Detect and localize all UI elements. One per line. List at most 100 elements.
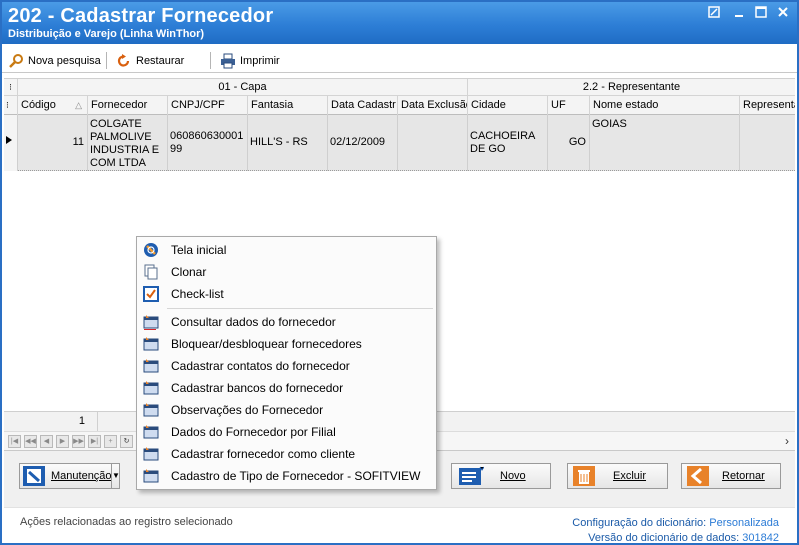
menu-item-label: Check-list [171, 287, 224, 301]
main-window: 202 - Cadastrar Fornecedor Distribuição … [0, 0, 799, 545]
cell-nome-estado: GOIAS [590, 115, 740, 171]
cell-representante [740, 115, 795, 171]
clone-icon [144, 264, 158, 280]
title-bar: 202 - Cadastrar Fornecedor Distribuição … [2, 2, 797, 44]
trash-icon [573, 466, 595, 486]
menu-item-label: Observações do Fornecedor [171, 403, 324, 417]
last-page-icon[interactable]: ▶| [88, 435, 101, 448]
window-icon [143, 381, 159, 395]
maintenance-icon [23, 466, 45, 486]
checklist-icon [143, 286, 159, 302]
menu-item-label: Bloquear/desbloquear fornecedores [171, 337, 362, 351]
menu-item-bloquear[interactable]: Bloquear/desbloquear fornecedores [137, 333, 436, 355]
menu-item-tela-inicial[interactable]: Tela inicial [137, 239, 436, 261]
window-title: 202 - Cadastrar Fornecedor [8, 5, 274, 27]
manutencao-button[interactable]: Manutenção ▼ [19, 463, 120, 489]
menu-item-label: Cadastro de Tipo de Fornecedor - SOFITVI… [171, 469, 421, 483]
menu-item-label: Tela inicial [171, 243, 227, 257]
menu-item-label: Cadastrar contatos do fornecedor [171, 359, 350, 373]
menu-item-check-list[interactable]: Check-list [137, 283, 436, 305]
column-header-nome-estado[interactable]: Nome estado [590, 96, 740, 115]
cell-data-cadastro: 02/12/2009 [328, 115, 398, 171]
menu-item-label: Clonar [171, 265, 207, 279]
nova-pesquisa-button[interactable]: Nova pesquisa [8, 51, 101, 71]
cell-fantasia: HILL'S - RS [248, 115, 328, 171]
window-icon [143, 337, 159, 351]
grid-header-row: ⁝ Código △ Fornecedor CNPJ/CPF Fantasia D… [4, 96, 795, 115]
menu-item-observacoes[interactable]: Observações do Fornecedor [137, 399, 436, 421]
grid-row-options-icon[interactable]: ⁝ [4, 96, 18, 115]
version-value: 301842 [742, 532, 779, 544]
first-page-icon[interactable]: |◀ [8, 435, 21, 448]
config-value[interactable]: Personalizada [709, 517, 779, 529]
dictionary-info: Configuração do dicionário: Personalizad… [572, 516, 779, 545]
manutencao-label: Manutenção [51, 470, 112, 482]
menu-item-fornecedor-como-cliente[interactable]: Cadastrar fornecedor como cliente [137, 443, 436, 465]
restaurar-label: Restaurar [136, 55, 185, 67]
column-header-cidade[interactable]: Cidade [468, 96, 548, 115]
grid-options-icon[interactable]: ⁝ [4, 79, 18, 96]
nova-pesquisa-label: Nova pesquisa [28, 55, 101, 67]
restaurar-button[interactable]: Restaurar [116, 51, 184, 71]
menu-item-clonar[interactable]: Clonar [137, 261, 436, 283]
prev-page-icon[interactable]: ◀◀ [24, 435, 37, 448]
menu-item-consultar-dados[interactable]: Consultar dados do fornecedor [137, 311, 436, 333]
imprimir-label: Imprimir [240, 55, 280, 67]
next-record-icon[interactable]: ▶ [56, 435, 69, 448]
menu-item-label: Cadastrar fornecedor como cliente [171, 447, 356, 461]
excluir-button[interactable]: Excluir [567, 463, 668, 489]
prev-record-icon[interactable]: ◀ [40, 435, 53, 448]
column-header-codigo[interactable]: Código △ [18, 96, 88, 115]
version-label: Versão do dicionário de dados: [588, 532, 740, 544]
toolbar-divider [210, 52, 211, 69]
cell-fornecedor: COLGATE PALMOLIVE INDUSTRIA E COM LTDA [88, 115, 168, 171]
context-menu: Tela inicial Clonar Check-list Consultar… [136, 236, 437, 490]
window-icon [143, 359, 159, 373]
status-bar: Ações relacionadas ao registro seleciona… [4, 507, 795, 545]
dropdown-arrow-icon[interactable]: ▼ [111, 464, 120, 488]
window-icon [143, 425, 159, 439]
toolbar: Nova pesquisa Restaurar Imprimir [2, 48, 797, 73]
column-header-cnpj[interactable]: CNPJ/CPF [168, 96, 248, 115]
new-record-icon [459, 466, 484, 485]
search-icon [9, 54, 23, 68]
refresh-icon[interactable]: ↻ [120, 435, 133, 448]
band-representante: 2.2 - Representante [582, 81, 681, 93]
excluir-label: Excluir [613, 470, 647, 482]
imprimir-button[interactable]: Imprimir [220, 51, 280, 71]
menu-separator [167, 308, 433, 309]
column-header-fantasia[interactable]: Fantasia [248, 96, 328, 115]
status-text: Ações relacionadas ao registro seleciona… [20, 516, 233, 528]
novo-button[interactable]: Novo [451, 463, 551, 489]
cell-codigo: 11 [18, 115, 88, 171]
home-icon [144, 243, 158, 257]
insert-record-icon[interactable]: + [104, 435, 117, 448]
column-header-data-exclusao[interactable]: Data Exclusão [398, 96, 468, 115]
column-header-fornecedor[interactable]: Fornecedor [88, 96, 168, 115]
menu-item-dados-por-filial[interactable]: Dados do Fornecedor por Filial [137, 421, 436, 443]
band-capa: 01 - Capa [18, 79, 468, 96]
close-icon[interactable] [774, 5, 792, 21]
scroll-right-icon[interactable]: › [785, 434, 789, 448]
maximize-icon[interactable] [752, 5, 770, 21]
pin-icon[interactable] [705, 5, 723, 21]
menu-item-cadastrar-bancos[interactable]: Cadastrar bancos do fornecedor [137, 377, 436, 399]
column-header-uf[interactable]: UF [548, 96, 590, 115]
menu-item-cadastrar-contatos[interactable]: Cadastrar contatos do fornecedor [137, 355, 436, 377]
retornar-button[interactable]: Retornar [681, 463, 781, 489]
next-page-icon[interactable]: ▶▶ [72, 435, 85, 448]
retornar-label: Retornar [722, 470, 765, 482]
menu-item-label: Dados do Fornecedor por Filial [171, 425, 336, 439]
printer-icon [221, 53, 235, 69]
column-header-data-cadastro[interactable]: Data Cadastr [328, 96, 398, 115]
sort-ascending-icon: △ [75, 100, 82, 110]
minimize-icon[interactable] [730, 5, 748, 21]
cell-cnpj: 060860630001 99 [168, 115, 248, 171]
novo-label: Novo [500, 470, 526, 482]
column-header-representante[interactable]: Representa [740, 96, 795, 115]
table-row[interactable]: 11 COLGATE PALMOLIVE INDUSTRIA E COM LTD… [4, 115, 795, 171]
return-icon [687, 466, 709, 486]
grid-band-row: ⁝ 01 - Capa 2.2 - Representante [4, 79, 795, 96]
menu-item-label: Consultar dados do fornecedor [171, 315, 336, 329]
menu-item-tipo-fornecedor[interactable]: Cadastro de Tipo de Fornecedor - SOFITVI… [137, 465, 436, 487]
